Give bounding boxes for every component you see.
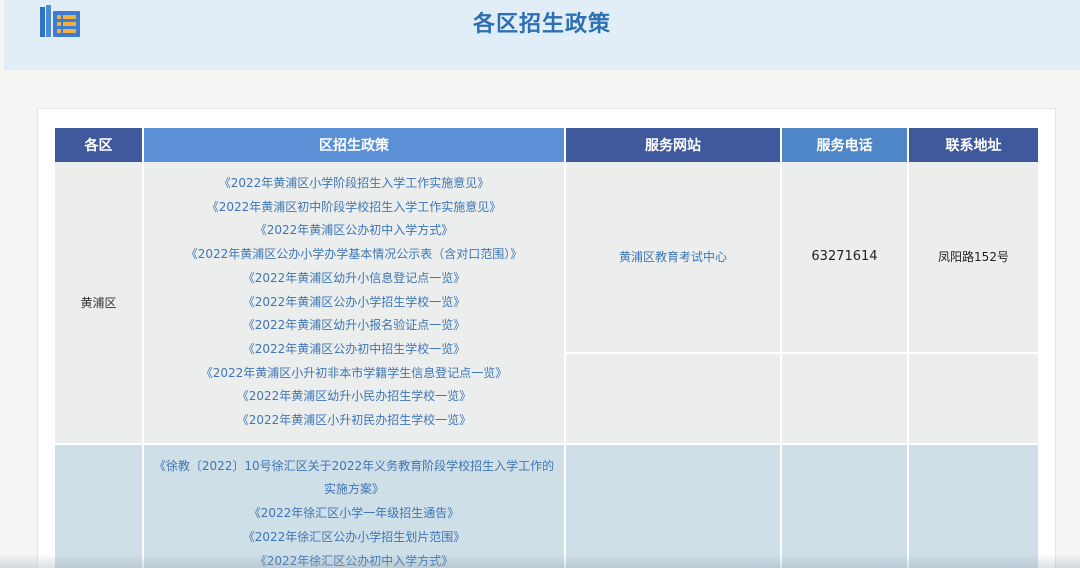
policy-link[interactable]: 《2022年黄浦区幼升小信息登记点一览》	[152, 267, 556, 291]
policy-link[interactable]: 《2022年黄浦区公办初中入学方式》	[152, 219, 556, 243]
policy-link[interactable]: 《2022年黄浦区初中阶段学校招生入学工作实施意见》	[152, 196, 556, 220]
column-header-address: 联系地址	[909, 128, 1038, 162]
district-cell: 黄浦区	[55, 162, 144, 445]
column-header-district: 各区	[55, 128, 144, 162]
policy-link[interactable]: 《2022年黄浦区小升初民办招生学校一览》	[152, 409, 556, 433]
table-row: 《徐教〔2022〕10号徐汇区关于2022年义务教育阶段学校招生入学工作的 实施…	[55, 444, 1038, 568]
service-site-cell-empty	[566, 353, 782, 445]
policy-list: 《2022年黄浦区小学阶段招生入学工作实施意见》 《2022年黄浦区初中阶段学校…	[144, 162, 566, 445]
bottom-shadow	[0, 554, 1080, 568]
policy-link[interactable]: 《2022年黄浦区小升初非本市学籍学生信息登记点一览》	[152, 362, 556, 386]
page-title: 各区招生政策	[472, 12, 611, 37]
page-header: 各区招生政策	[4, 0, 1080, 70]
table-row: 黄浦区 《2022年黄浦区小学阶段招生入学工作实施意见》 《2022年黄浦区初中…	[55, 162, 1038, 445]
address-cell	[909, 444, 1038, 568]
policy-list: 《徐教〔2022〕10号徐汇区关于2022年义务教育阶段学校招生入学工作的 实施…	[144, 444, 566, 568]
address-cell: 凤阳路152号	[909, 162, 1038, 354]
table-header-row: 各区 区招生政策 服务网站 服务电话 联系地址	[55, 128, 1038, 162]
policy-link[interactable]: 《2022年黄浦区小学阶段招生入学工作实施意见》	[152, 172, 556, 196]
policy-link[interactable]: 《2022年黄浦区公办初中招生学校一览》	[152, 338, 556, 362]
phone-cell	[782, 444, 909, 568]
policy-link[interactable]: 实施方案》	[152, 478, 556, 502]
policy-link[interactable]: 《2022年黄浦区幼升小报名验证点一览》	[152, 314, 556, 338]
service-site-link[interactable]: 黄浦区教育考试中心	[619, 250, 727, 264]
policy-link[interactable]: 《2022年徐汇区小学一年级招生通告》	[152, 502, 556, 526]
service-site-cell	[566, 444, 782, 568]
policy-link[interactable]: 《2022年黄浦区公办小学办学基本情况公示表（含对口范围）》	[152, 243, 556, 267]
phone-cell-empty	[782, 353, 909, 445]
column-header-site: 服务网站	[566, 128, 782, 162]
policy-table: 各区 区招生政策 服务网站 服务电话 联系地址 黄浦区 《2022年黄浦区小学阶…	[55, 128, 1038, 568]
column-header-phone: 服务电话	[782, 128, 909, 162]
column-header-policy: 区招生政策	[144, 128, 566, 162]
policy-link[interactable]: 《2022年黄浦区公办小学招生学校一览》	[152, 291, 556, 315]
phone-cell: 63271614	[782, 162, 909, 354]
policy-link[interactable]: 《徐教〔2022〕10号徐汇区关于2022年义务教育阶段学校招生入学工作的	[152, 455, 556, 479]
policy-link[interactable]: 《2022年徐汇区公办小学招生划片范围》	[152, 526, 556, 550]
policy-link[interactable]: 《2022年黄浦区幼升小民办招生学校一览》	[152, 385, 556, 409]
district-cell	[55, 444, 144, 568]
service-site-cell: 黄浦区教育考试中心	[566, 162, 782, 354]
address-cell-empty	[909, 353, 1038, 445]
